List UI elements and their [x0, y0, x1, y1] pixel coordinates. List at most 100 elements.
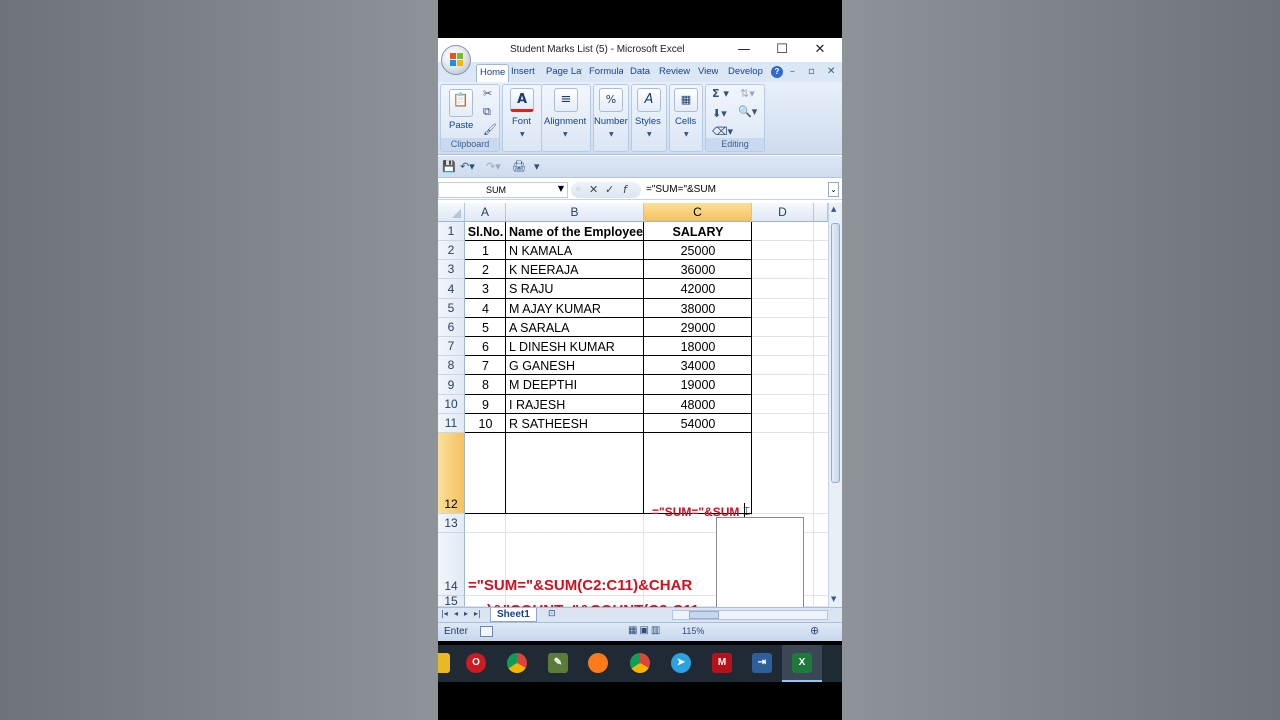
ribbon-restore-icon[interactable]: ▫	[808, 66, 815, 77]
data-cell[interactable]: 48000	[644, 398, 752, 412]
column-header-b[interactable]: B	[506, 203, 644, 222]
styles-button[interactable]: Styles	[635, 116, 661, 127]
data-cell[interactable]: 9	[465, 398, 506, 412]
autosum-icon[interactable]: Σ ▾	[712, 87, 729, 100]
data-cell[interactable]: 36000	[644, 263, 752, 277]
first-sheet-icon[interactable]: |◂	[441, 609, 448, 618]
save-icon[interactable]: 💾	[442, 160, 456, 173]
cancel-icon[interactable]: ✕	[589, 183, 598, 196]
header-cell[interactable]: Sl.No.	[465, 225, 506, 239]
file-explorer-icon[interactable]	[438, 653, 450, 673]
percent-icon[interactable]: %	[599, 88, 623, 112]
header-cell[interactable]: SALARY	[644, 225, 752, 239]
cut-icon[interactable]: ✂	[483, 87, 492, 100]
next-sheet-icon[interactable]: ▸	[464, 609, 468, 618]
insert-function-icon[interactable]: f	[623, 183, 627, 196]
expand-formula-icon[interactable]: ⌄	[828, 182, 839, 197]
data-cell[interactable]: G GANESH	[509, 359, 644, 373]
prev-sheet-icon[interactable]: ◂	[454, 609, 458, 618]
chrome-profile-icon[interactable]	[630, 653, 650, 673]
column-header-a[interactable]: A	[465, 203, 506, 222]
data-cell[interactable]: I RAJESH	[509, 398, 644, 412]
help-icon[interactable]: ?	[771, 66, 783, 78]
data-cell[interactable]: 18000	[644, 340, 752, 354]
data-cell[interactable]: 10	[465, 417, 506, 431]
excel-icon[interactable]: X	[792, 653, 812, 673]
view-buttons[interactable]: ▦▣▥	[628, 625, 662, 636]
close-button[interactable]: ✕	[810, 41, 830, 59]
clear-icon[interactable]: ⌫▾	[712, 125, 733, 138]
name-box[interactable]: SUM ▼	[438, 182, 568, 198]
data-cell[interactable]: 1	[465, 244, 506, 258]
select-all-button[interactable]	[438, 203, 465, 222]
tab-review[interactable]: Review	[659, 66, 690, 77]
find-select-icon[interactable]: 🔍▾	[738, 105, 757, 118]
print-preview-icon[interactable]: 🖨	[512, 160, 526, 173]
excel-taskbar-active[interactable]: X	[782, 645, 822, 682]
opera-icon[interactable]: O	[466, 653, 486, 673]
formula-input[interactable]: ="SUM="&SUM	[646, 184, 716, 195]
firefox-icon[interactable]	[588, 653, 608, 673]
data-cell[interactable]: 4	[465, 302, 506, 316]
column-header-d[interactable]: D	[752, 203, 814, 222]
tab-formulas[interactable]: Formula	[589, 66, 623, 77]
header-cell[interactable]: Name of the Employee	[509, 225, 644, 239]
alignment-button[interactable]: Alignment	[544, 116, 586, 127]
row-header[interactable]: 6	[438, 318, 465, 337]
row-header[interactable]: 2	[438, 241, 465, 260]
customize-qat-icon[interactable]: ▾	[534, 160, 540, 173]
tab-developer[interactable]: Develop	[728, 66, 764, 77]
align-icon[interactable]: ≡	[554, 88, 578, 112]
ribbon-minimize-icon[interactable]: –	[790, 66, 795, 77]
undo-icon[interactable]: ↶▾	[460, 160, 475, 173]
data-cell[interactable]: 42000	[644, 282, 752, 296]
fill-icon[interactable]: ⬇▾	[712, 107, 727, 120]
font-button[interactable]: Font	[512, 116, 531, 127]
row-header[interactable]: 3	[438, 260, 465, 279]
tools-icon[interactable]: ✎	[548, 653, 568, 673]
sheet-tab-sheet1[interactable]: Sheet1	[490, 608, 537, 622]
paste-button[interactable]: Paste	[449, 120, 473, 131]
vertical-scrollbar[interactable]: ▲ ▼	[828, 203, 842, 607]
app-icon[interactable]: ⇥	[752, 653, 772, 673]
column-header-e[interactable]	[814, 203, 828, 222]
row-header[interactable]: 13	[438, 514, 465, 533]
data-cell[interactable]: 8	[465, 378, 506, 392]
tab-home[interactable]: Home	[476, 64, 510, 82]
horizontal-scrollbar[interactable]	[672, 610, 828, 620]
ribbon-close-icon[interactable]: ✕	[827, 66, 835, 77]
format-painter-icon[interactable]: 🖌	[483, 123, 497, 136]
zoom-in-icon[interactable]: ⊕	[810, 624, 819, 637]
row-header[interactable]: 7	[438, 337, 465, 356]
row-header[interactable]: 11	[438, 414, 465, 433]
tab-view[interactable]: View	[698, 66, 718, 77]
last-sheet-icon[interactable]: ▸|	[474, 609, 481, 618]
font-color-icon[interactable]: A	[510, 88, 534, 112]
insert-sheet-icon[interactable]: ⊡	[548, 609, 556, 619]
maximize-button[interactable]: ☐	[772, 41, 792, 59]
data-cell[interactable]: 34000	[644, 359, 752, 373]
data-cell[interactable]: 38000	[644, 302, 752, 316]
tab-page-layout[interactable]: Page Lay	[546, 66, 582, 77]
row-header[interactable]: 10	[438, 395, 465, 414]
data-cell[interactable]: M AJAY KUMAR	[509, 302, 644, 316]
row-header[interactable]: 5	[438, 299, 465, 318]
data-cell[interactable]: 25000	[644, 244, 752, 258]
styles-icon[interactable]: A	[637, 88, 661, 112]
name-box-dropdown-icon[interactable]: ▼	[558, 184, 564, 193]
number-button[interactable]: Number	[594, 116, 628, 127]
minimize-button[interactable]: —	[734, 41, 754, 59]
redo-icon[interactable]: ↷▾	[486, 160, 501, 173]
data-cell[interactable]: L DINESH KUMAR	[509, 340, 644, 354]
data-cell[interactable]: A SARALA	[509, 321, 644, 335]
data-cell[interactable]: 54000	[644, 417, 752, 431]
zoom-level[interactable]: 115%	[682, 626, 704, 636]
copy-icon[interactable]: ⧉	[483, 105, 491, 119]
chrome-icon[interactable]	[507, 653, 527, 673]
cells-icon[interactable]: ▦	[674, 88, 698, 112]
data-cell[interactable]: 7	[465, 359, 506, 373]
row-header[interactable]: 1	[438, 222, 465, 241]
mcafee-icon[interactable]: M	[712, 653, 732, 673]
data-cell[interactable]: 6	[465, 340, 506, 354]
row-header[interactable]: 8	[438, 356, 465, 375]
